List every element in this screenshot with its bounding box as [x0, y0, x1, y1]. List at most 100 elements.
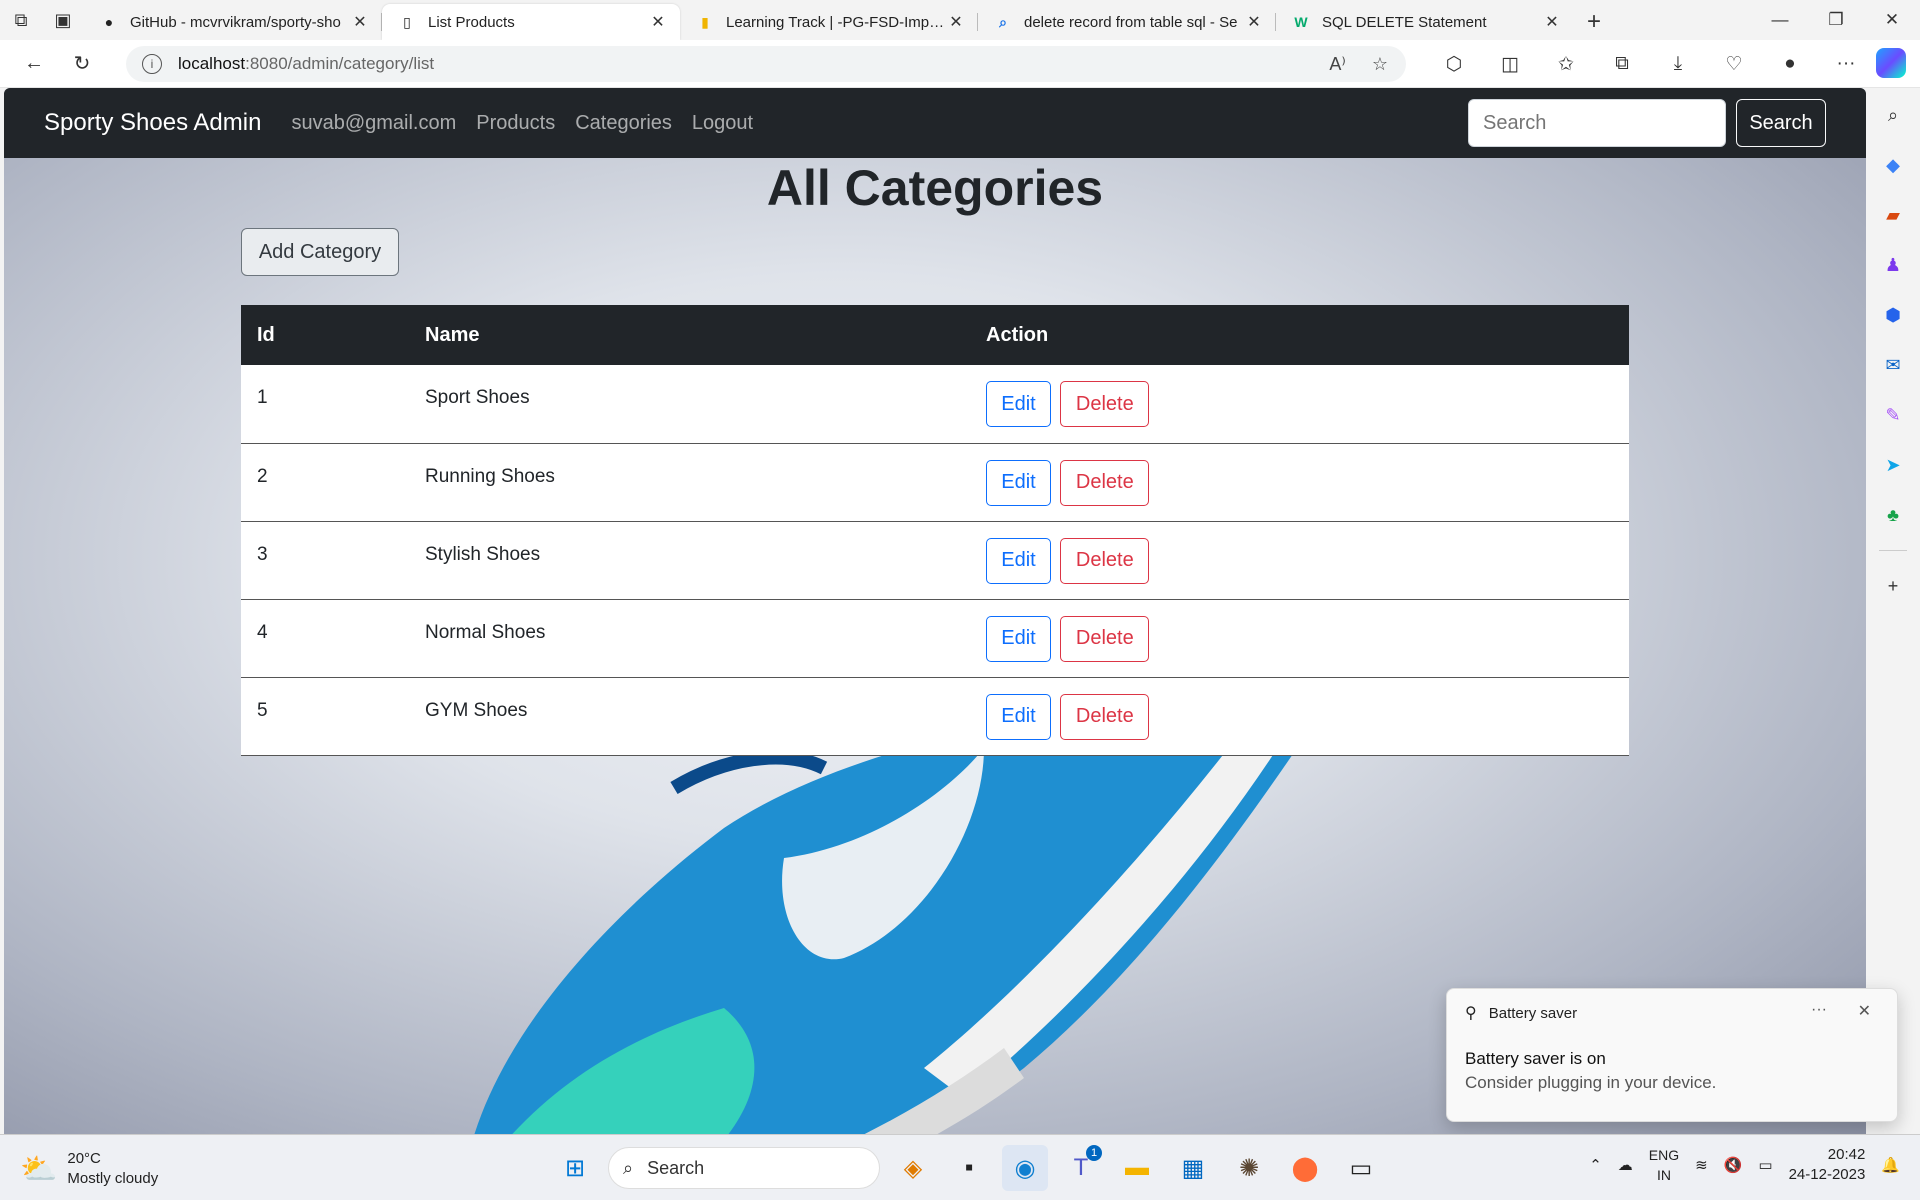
microsoft365-icon[interactable]: ⬢ [1878, 300, 1908, 330]
temperature: 20°C [67, 1150, 101, 1167]
favorite-star-icon[interactable]: ☆ [1372, 54, 1388, 75]
games-icon[interactable]: ♟ [1878, 250, 1908, 280]
tab-sql-delete[interactable]: W SQL DELETE Statement ✕ [1276, 4, 1574, 40]
volume-muted-icon[interactable]: 🔇 [1724, 1156, 1743, 1174]
close-tab-icon[interactable]: ✕ [1542, 12, 1562, 32]
clock[interactable]: 20:42 24-12-2023 [1789, 1145, 1866, 1185]
close-tab-icon[interactable]: ✕ [350, 12, 370, 32]
outlook-icon[interactable]: ✉ [1878, 350, 1908, 380]
start-windows-icon[interactable]: ⊞ [552, 1145, 598, 1191]
terminal-icon[interactable]: ▭ [1338, 1145, 1384, 1191]
weather-widget[interactable]: ⛅ 20°C Mostly cloudy [20, 1149, 158, 1189]
delete-button[interactable]: Delete [1060, 693, 1150, 740]
copilot-icon[interactable] [1876, 48, 1906, 78]
tab-bing-search[interactable]: ⌕ delete record from table sql - Se ✕ [978, 4, 1276, 40]
favorites-icon[interactable]: ✩ [1538, 48, 1594, 80]
notification-close-icon[interactable]: ✕ [1858, 1001, 1871, 1021]
edit-button[interactable]: Edit [986, 459, 1051, 506]
delete-button[interactable]: Delete [1060, 537, 1150, 584]
tab-title: GitHub - mcvrvikram/sporty-sho [130, 13, 341, 31]
delete-button[interactable]: Delete [1060, 615, 1150, 662]
tree-icon[interactable]: ♣ [1878, 500, 1908, 530]
info-icon[interactable]: i [142, 54, 162, 74]
back-icon[interactable]: ← [10, 44, 58, 84]
more-menu-icon[interactable]: ··· [1818, 48, 1874, 80]
teams-icon[interactable]: T1 [1058, 1145, 1104, 1191]
send-icon[interactable]: ➤ [1878, 450, 1908, 480]
search-button[interactable]: Search [1736, 99, 1826, 147]
table-row: 3 Stylish Shoes Edit Delete [241, 521, 1629, 599]
close-tab-icon[interactable]: ✕ [1244, 12, 1264, 32]
collections-icon[interactable]: ⧉ [1594, 48, 1650, 80]
search-input[interactable] [1468, 99, 1726, 147]
battery-icon[interactable]: ▭ [1758, 1156, 1772, 1174]
cell-name: Normal Shoes [425, 621, 546, 643]
github-icon: ● [104, 14, 114, 30]
add-sidebar-app-icon[interactable]: + [1878, 571, 1908, 601]
minimize-icon[interactable]: — [1752, 0, 1808, 40]
new-tab-button[interactable]: + [1574, 4, 1614, 40]
delete-button[interactable]: Delete [1060, 381, 1150, 427]
close-tab-icon[interactable]: ✕ [946, 12, 966, 32]
delete-button[interactable]: Delete [1060, 459, 1150, 506]
nav-user-email[interactable]: suvab@gmail.com [291, 112, 456, 135]
taskbar-search-label: Search [647, 1157, 705, 1178]
read-aloud-icon[interactable]: A⁾ [1329, 54, 1345, 75]
refresh-icon[interactable]: ↻ [58, 44, 106, 84]
profile-icon[interactable]: ● [1762, 48, 1818, 80]
postman-icon[interactable]: ⬤ [1282, 1145, 1328, 1191]
edit-button[interactable]: Edit [986, 381, 1051, 427]
notification-more-icon[interactable]: ··· [1811, 1001, 1827, 1019]
nav-logout[interactable]: Logout [692, 112, 753, 135]
page-title: All Categories [766, 160, 1104, 216]
page-icon: ▯ [403, 13, 411, 30]
nav-categories[interactable]: Categories [575, 112, 672, 135]
shopping-tag-icon[interactable]: ◆ [1878, 150, 1908, 180]
learning-icon: ▮ [701, 13, 709, 30]
language-indicator[interactable]: ENG IN [1649, 1145, 1679, 1185]
chevron-up-icon[interactable]: ⌃ [1589, 1156, 1602, 1174]
browser-essentials-icon[interactable]: ♡ [1706, 48, 1762, 80]
onedrive-cloud-icon[interactable]: ☁ [1618, 1156, 1633, 1174]
file-explorer-icon[interactable]: ▬ [1114, 1145, 1160, 1191]
tab-github[interactable]: ● GitHub - mcvrvikram/sporty-sho ✕ [84, 4, 382, 40]
search-icon[interactable]: ⌕ [1878, 100, 1908, 130]
close-window-icon[interactable]: ✕ [1864, 0, 1920, 40]
tools-briefcase-icon[interactable]: ▰ [1878, 200, 1908, 230]
workspaces-icon[interactable]: ⧉ [0, 0, 42, 40]
copilot-taskbar-icon[interactable]: ◈ [890, 1145, 936, 1191]
extensions-icon[interactable]: ⬡ [1426, 48, 1482, 80]
app-gear-icon[interactable]: ✺ [1226, 1145, 1272, 1191]
wifi-icon[interactable]: ≋ [1695, 1156, 1708, 1174]
search-icon: ⌕ [999, 13, 1007, 30]
shoe-background-image [474, 708, 1324, 1134]
tab-title: List Products [428, 13, 515, 31]
brand-logo[interactable]: Sporty Shoes Admin [44, 109, 261, 137]
restore-icon[interactable]: ❐ [1808, 0, 1864, 40]
edit-button[interactable]: Edit [986, 537, 1051, 584]
task-view-icon[interactable]: ▪ [946, 1145, 992, 1191]
edit-button[interactable]: Edit [986, 615, 1051, 662]
url-field[interactable]: i localhost:8080/admin/category/list A⁾ … [126, 46, 1406, 82]
navbar-search-form: Search [1468, 99, 1826, 147]
tab-actions-icon[interactable]: ▣ [42, 0, 84, 40]
edit-button[interactable]: Edit [986, 693, 1051, 740]
downloads-icon[interactable]: ⤓ [1650, 48, 1706, 80]
microsoft-store-icon[interactable]: ▦ [1170, 1145, 1216, 1191]
edge-browser-icon[interactable]: ◉ [1002, 1145, 1048, 1191]
close-tab-icon[interactable]: ✕ [648, 12, 668, 32]
top-navbar: Sporty Shoes Admin suvab@gmail.com Produ… [4, 88, 1866, 158]
add-category-button[interactable]: Add Category [241, 228, 399, 276]
tab-list-products[interactable]: ▯ List Products ✕ [382, 4, 680, 40]
nav-products[interactable]: Products [476, 112, 555, 135]
browser-toolbar: ⬡ ◫ ✩ ⧉ ⤓ ♡ ● ··· [1426, 48, 1874, 80]
taskbar-apps: ⊞ ⌕ Search ◈ ▪ ◉ T1 ▬ ▦ ✺ ⬤ ▭ [552, 1145, 1384, 1191]
designer-icon[interactable]: ✎ [1878, 400, 1908, 430]
taskbar-search[interactable]: ⌕ Search [608, 1147, 880, 1189]
tab-learning-track[interactable]: ▮ Learning Track | -PG-FSD-Implen ✕ [680, 4, 978, 40]
cell-actions: Edit Delete [970, 599, 1629, 677]
table-row: 5 GYM Shoes Edit Delete [241, 677, 1629, 755]
notifications-bell-icon[interactable]: 🔔 [1881, 1156, 1900, 1174]
split-screen-icon[interactable]: ◫ [1482, 48, 1538, 80]
battery-saver-notification[interactable]: ⚲ Battery saver ··· ✕ Battery saver is o… [1446, 988, 1898, 1122]
